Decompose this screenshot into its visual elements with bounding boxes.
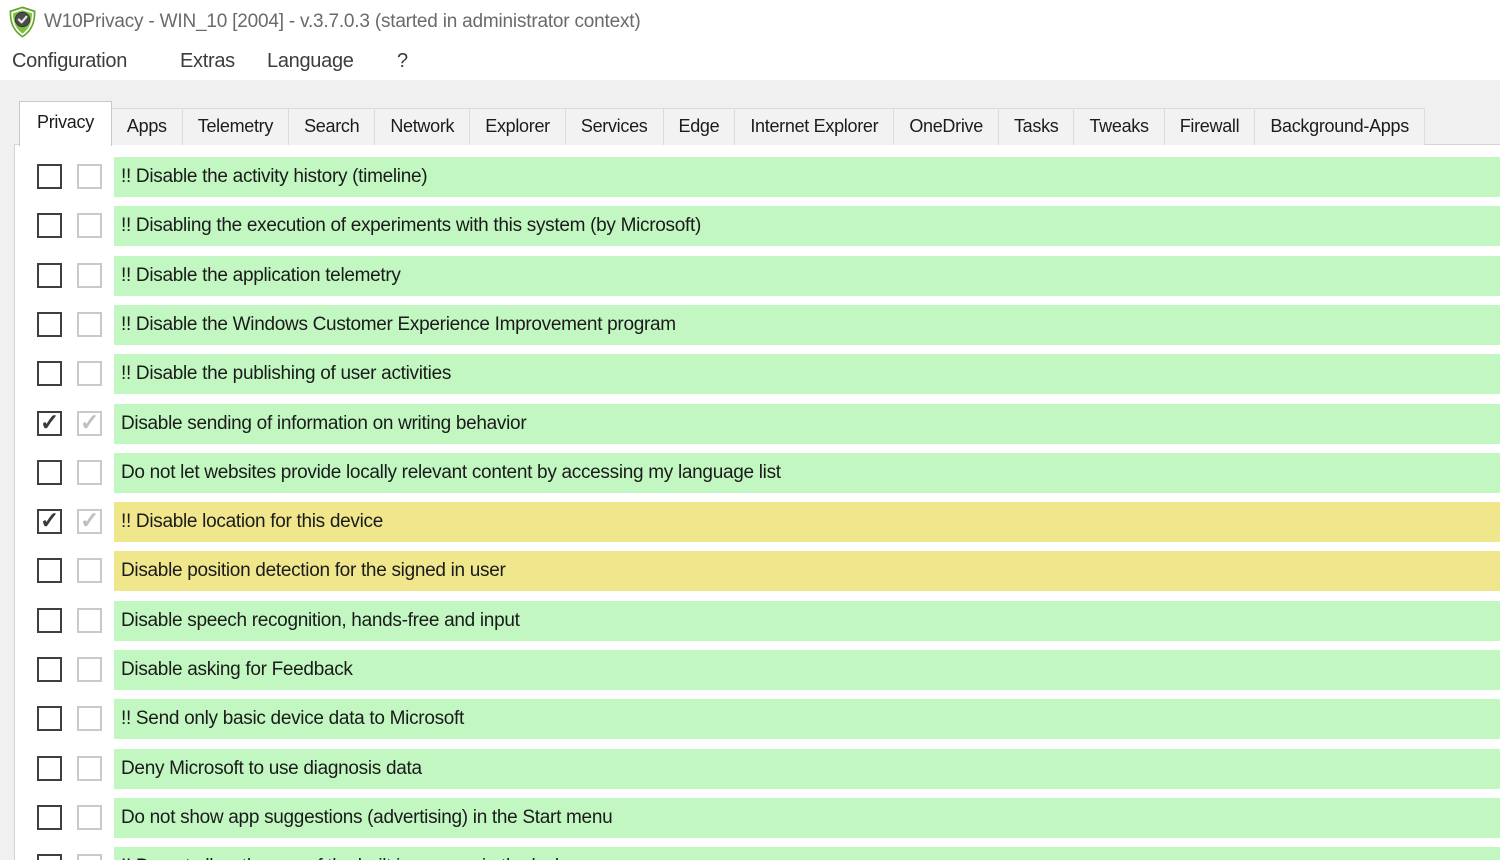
tab-bar: PrivacyAppsTelemetrySearchNetworkExplore… xyxy=(19,100,1500,145)
setting-label[interactable]: !! Disable the activity history (timelin… xyxy=(114,157,1500,197)
secondary-checkbox[interactable] xyxy=(77,558,102,583)
setting-row: !! Disable the publishing of user activi… xyxy=(15,354,1500,396)
primary-checkbox[interactable] xyxy=(37,854,62,860)
setting-label[interactable]: !! Disable location for this device xyxy=(114,502,1500,542)
tab-search[interactable]: Search xyxy=(288,108,375,145)
setting-label[interactable]: !! Send only basic device data to Micros… xyxy=(114,699,1500,739)
shield-check-icon xyxy=(8,6,37,38)
tab-telemetry[interactable]: Telemetry xyxy=(182,108,289,145)
setting-label[interactable]: Disable asking for Feedback xyxy=(114,650,1500,690)
setting-label[interactable]: Disable position detection for the signe… xyxy=(114,551,1500,591)
secondary-checkbox[interactable] xyxy=(77,361,102,386)
setting-row: Disable sending of information on writin… xyxy=(15,404,1500,446)
secondary-checkbox[interactable] xyxy=(77,509,102,534)
tab-explorer[interactable]: Explorer xyxy=(469,108,566,145)
setting-label[interactable]: Do not show app suggestions (advertising… xyxy=(114,798,1500,838)
primary-checkbox[interactable] xyxy=(37,558,62,583)
primary-checkbox[interactable] xyxy=(37,805,62,830)
menu-item-configuration[interactable]: Configuration xyxy=(12,50,127,73)
menu-item-language[interactable]: Language xyxy=(267,50,354,73)
tab-privacy[interactable]: Privacy xyxy=(19,101,112,146)
setting-label[interactable]: !! Disable the publishing of user activi… xyxy=(114,354,1500,394)
tab-tasks[interactable]: Tasks xyxy=(998,108,1075,145)
secondary-checkbox[interactable] xyxy=(77,805,102,830)
tab-internet-explorer[interactable]: Internet Explorer xyxy=(734,108,894,145)
setting-row: !! Disable the application telemetry xyxy=(15,256,1500,298)
secondary-checkbox[interactable] xyxy=(77,706,102,731)
setting-label[interactable]: Do not let websites provide locally rele… xyxy=(114,453,1500,493)
secondary-checkbox[interactable] xyxy=(77,608,102,633)
primary-checkbox[interactable] xyxy=(37,263,62,288)
setting-row: !! Disable location for this device xyxy=(15,502,1500,544)
setting-row: !! Disable the Windows Customer Experien… xyxy=(15,305,1500,347)
setting-label[interactable]: !! Do not allow the use of the built in … xyxy=(114,847,1500,860)
menu-item-extras[interactable]: Extras xyxy=(180,50,235,73)
secondary-checkbox[interactable] xyxy=(77,263,102,288)
secondary-checkbox[interactable] xyxy=(77,213,102,238)
primary-checkbox[interactable] xyxy=(37,164,62,189)
primary-checkbox[interactable] xyxy=(37,657,62,682)
secondary-checkbox[interactable] xyxy=(77,657,102,682)
primary-checkbox[interactable] xyxy=(37,213,62,238)
setting-label[interactable]: !! Disabling the execution of experiment… xyxy=(114,206,1500,246)
secondary-checkbox[interactable] xyxy=(77,460,102,485)
window-title: W10Privacy - WIN_10 [2004] - v.3.7.0.3 (… xyxy=(44,11,640,33)
primary-checkbox[interactable] xyxy=(37,756,62,781)
menubar: Configuration Extras Language ? xyxy=(0,46,1500,80)
primary-checkbox[interactable] xyxy=(37,460,62,485)
primary-checkbox[interactable] xyxy=(37,411,62,436)
secondary-checkbox[interactable] xyxy=(77,164,102,189)
setting-row: Do not let websites provide locally rele… xyxy=(15,453,1500,495)
privacy-settings-list: !! Disable the activity history (timelin… xyxy=(14,144,1500,860)
client-area: PrivacyAppsTelemetrySearchNetworkExplore… xyxy=(0,80,1500,860)
secondary-checkbox[interactable] xyxy=(77,756,102,781)
setting-label[interactable]: Disable speech recognition, hands-free a… xyxy=(114,601,1500,641)
setting-row: Disable position detection for the signe… xyxy=(15,551,1500,593)
primary-checkbox[interactable] xyxy=(37,706,62,731)
tab-apps[interactable]: Apps xyxy=(111,108,183,145)
setting-label[interactable]: !! Disable the application telemetry xyxy=(114,256,1500,296)
setting-row: !! Send only basic device data to Micros… xyxy=(15,699,1500,741)
secondary-checkbox[interactable] xyxy=(77,854,102,860)
primary-checkbox[interactable] xyxy=(37,608,62,633)
setting-label[interactable]: Deny Microsoft to use diagnosis data xyxy=(114,749,1500,789)
tab-background-apps[interactable]: Background-Apps xyxy=(1254,108,1425,145)
setting-row: !! Disable the activity history (timelin… xyxy=(15,157,1500,199)
primary-checkbox[interactable] xyxy=(37,509,62,534)
menu-item-help[interactable]: ? xyxy=(397,50,408,73)
setting-row: !! Disabling the execution of experiment… xyxy=(15,206,1500,248)
setting-row: Disable asking for Feedback xyxy=(15,650,1500,692)
setting-label[interactable]: Disable sending of information on writin… xyxy=(114,404,1500,444)
setting-row: Deny Microsoft to use diagnosis data xyxy=(15,749,1500,791)
tab-edge[interactable]: Edge xyxy=(663,108,736,145)
tab-services[interactable]: Services xyxy=(565,108,664,145)
primary-checkbox[interactable] xyxy=(37,361,62,386)
window-titlebar: W10Privacy - WIN_10 [2004] - v.3.7.0.3 (… xyxy=(0,0,1500,46)
tab-onedrive[interactable]: OneDrive xyxy=(893,108,999,145)
primary-checkbox[interactable] xyxy=(37,312,62,337)
setting-row: !! Do not allow the use of the built in … xyxy=(15,847,1500,860)
tab-tweaks[interactable]: Tweaks xyxy=(1073,108,1164,145)
tab-firewall[interactable]: Firewall xyxy=(1164,108,1256,145)
secondary-checkbox[interactable] xyxy=(77,312,102,337)
secondary-checkbox[interactable] xyxy=(77,411,102,436)
setting-label[interactable]: !! Disable the Windows Customer Experien… xyxy=(114,305,1500,345)
setting-row: Do not show app suggestions (advertising… xyxy=(15,798,1500,840)
tab-network[interactable]: Network xyxy=(374,108,470,145)
setting-row: Disable speech recognition, hands-free a… xyxy=(15,601,1500,643)
